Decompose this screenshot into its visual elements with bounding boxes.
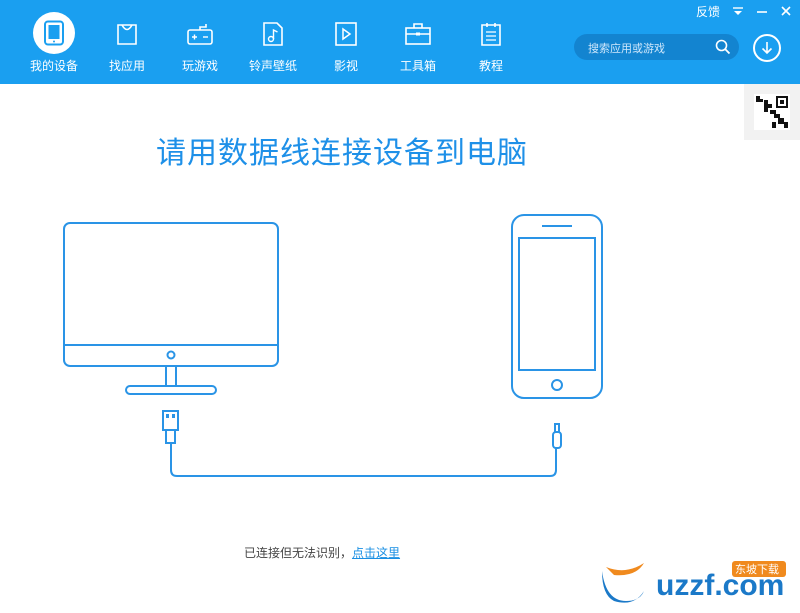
nav-label: 工具箱 bbox=[399, 59, 436, 73]
minimize-icon[interactable] bbox=[756, 3, 768, 19]
usb-cable bbox=[162, 410, 562, 477]
feedback-button[interactable]: 反馈 bbox=[696, 3, 720, 19]
search-input[interactable]: 搜索应用或游戏 bbox=[574, 34, 739, 60]
qr-code[interactable] bbox=[744, 84, 800, 140]
close-icon[interactable] bbox=[780, 3, 792, 19]
nav-label: 铃声壁纸 bbox=[248, 59, 297, 73]
nav-label: 教程 bbox=[478, 59, 503, 73]
nav-item-ringtones[interactable]: 铃声壁纸 bbox=[237, 0, 309, 84]
nav-label: 玩游戏 bbox=[181, 59, 218, 73]
click-here-link[interactable]: 点击这里 bbox=[352, 546, 400, 560]
window-controls: 反馈 bbox=[696, 3, 792, 19]
tablet-icon bbox=[33, 12, 75, 54]
site-watermark: uzzf.com 东坡下载 bbox=[602, 561, 786, 603]
watermark-subtext: 东坡下载 bbox=[735, 563, 779, 576]
watermark-logo bbox=[602, 563, 644, 603]
page-title: 请用数据线连接设备到电脑 bbox=[156, 136, 528, 171]
nav-label: 影视 bbox=[333, 59, 358, 73]
search-icon[interactable] bbox=[715, 39, 731, 58]
top-bar: 我的设备 找应用 玩游戏 铃声壁纸 影视 工具箱 教程 反馈 搜索应用或游戏 bbox=[0, 0, 800, 84]
connect-illustration bbox=[63, 214, 603, 477]
status-text: 已连接但无法识别， bbox=[244, 546, 353, 560]
nav-item-games[interactable]: 玩游戏 bbox=[164, 0, 236, 84]
nav-item-my-device[interactable]: 我的设备 bbox=[18, 0, 90, 84]
phone-illustration bbox=[511, 214, 603, 399]
search-placeholder: 搜索应用或游戏 bbox=[588, 42, 665, 55]
toolbox-icon bbox=[398, 14, 438, 54]
nav-item-video[interactable]: 影视 bbox=[310, 0, 382, 84]
monitor-illustration bbox=[63, 222, 279, 395]
music-note-icon bbox=[253, 14, 293, 54]
nav-label: 找应用 bbox=[108, 59, 145, 73]
arrow-down-icon bbox=[761, 42, 773, 55]
menu-icon[interactable] bbox=[732, 3, 744, 19]
nav-item-toolbox[interactable]: 工具箱 bbox=[382, 0, 454, 84]
gamepad-icon bbox=[180, 14, 220, 54]
document-icon bbox=[471, 14, 511, 54]
play-icon bbox=[326, 14, 366, 54]
nav-item-find-apps[interactable]: 找应用 bbox=[91, 0, 163, 84]
shopping-bag-icon bbox=[107, 14, 147, 54]
nav-item-tutorials[interactable]: 教程 bbox=[455, 0, 527, 84]
download-manager-button[interactable] bbox=[753, 34, 781, 62]
status-line: 已连接但无法识别，点击这里 bbox=[244, 544, 400, 561]
nav-label: 我的设备 bbox=[29, 59, 78, 73]
